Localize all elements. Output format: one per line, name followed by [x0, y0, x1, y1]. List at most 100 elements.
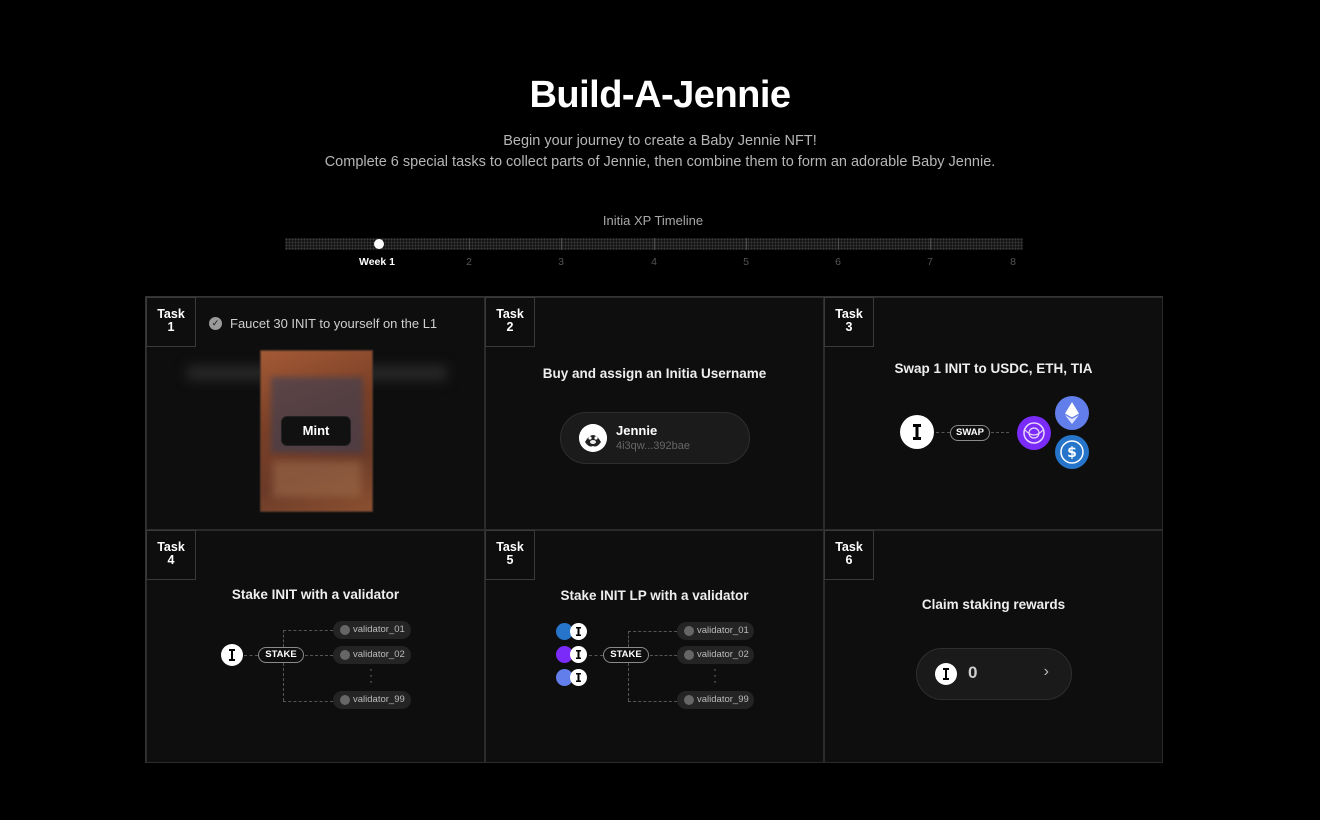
validator-name: validator_02: [697, 649, 749, 660]
task-1-title: Faucet 30 INIT to yourself on the L1: [230, 316, 438, 331]
eth-token-icon: [1055, 396, 1089, 430]
stake-badge: STAKE: [603, 647, 649, 663]
avatar: [579, 424, 607, 452]
timeline-separator: [654, 238, 655, 250]
validator-pill[interactable]: validator_99: [677, 691, 754, 709]
stake-branch: [628, 631, 629, 647]
task-tag-number: 3: [845, 320, 853, 334]
validator-name: validator_99: [697, 694, 749, 705]
claim-rewards-button[interactable]: 0 ›: [916, 648, 1072, 700]
task-grid: Task 1 ✓ Faucet 30 INIT to yourself on t…: [145, 296, 1163, 763]
stake-branch: [305, 655, 333, 656]
task-6-title: Claim staking rewards: [921, 597, 1066, 612]
timeline-week-3: 3: [558, 256, 564, 268]
task-tag: Task 3: [824, 297, 874, 347]
chevron-right-icon: ›: [1043, 663, 1049, 680]
stake-connector: [244, 655, 258, 656]
check-icon: ✓: [209, 317, 222, 330]
stake-branch: [283, 701, 333, 702]
validator-name: validator_01: [697, 625, 749, 636]
timeline-separator: [838, 238, 839, 250]
subtitle-line-1: Begin your journey to create a Baby Jenn…: [503, 133, 817, 149]
validator-pill[interactable]: validator_99: [333, 691, 411, 709]
task-tag-number: 2: [506, 320, 514, 334]
validator-icon: [684, 695, 694, 705]
task-card-6: Task 6 Claim staking rewards 0 ›: [824, 530, 1163, 763]
task-tag-number: 6: [845, 553, 853, 567]
validator-icon: [684, 626, 694, 636]
timeline-label: Initia XP Timeline: [602, 213, 704, 228]
stake-branch: [628, 631, 677, 632]
validator-pill[interactable]: validator_01: [677, 622, 754, 640]
validator-name: validator_99: [353, 694, 405, 705]
validator-name: validator_02: [353, 649, 405, 660]
timeline-week-5: 5: [743, 256, 749, 268]
stake-badge: STAKE: [258, 647, 304, 663]
more-validators-ellipsis: · · ·: [713, 662, 717, 688]
stake-branch: [628, 701, 677, 702]
validator-icon: [684, 650, 694, 660]
mint-button[interactable]: Mint: [281, 416, 351, 446]
task-tag-number: 4: [167, 553, 175, 567]
task-4-title: Stake INIT with a validator: [231, 587, 400, 602]
task-tag: Task 1: [146, 297, 196, 347]
timeline-week-4: 4: [651, 256, 657, 268]
task-5-title: Stake INIT LP with a validator: [560, 588, 749, 603]
wallet-address: 4i3qw...392bae: [616, 440, 691, 452]
init-token-icon: [570, 646, 587, 663]
init-token-icon: [570, 669, 587, 686]
stake-branch: [283, 630, 333, 631]
timeline-week-8: 8: [1010, 256, 1016, 268]
validator-icon: [340, 625, 350, 635]
init-token-icon: [935, 663, 957, 685]
validator-name: validator_01: [353, 624, 405, 635]
page-title: Build-A-Jennie: [529, 74, 791, 116]
task-tag-number: 5: [506, 553, 514, 567]
timeline-week-7: 7: [927, 256, 933, 268]
stake-branch: [283, 663, 284, 701]
timeline-separator: [746, 238, 747, 250]
nft-card-text: [273, 461, 361, 497]
timeline-week-6: 6: [835, 256, 841, 268]
subtitle-line-2: Complete 6 special tasks to collect part…: [324, 154, 996, 170]
stake-branch: [283, 630, 284, 647]
init-token-icon: [221, 644, 243, 666]
task-2-title: Buy and assign an Initia Username: [542, 366, 767, 381]
timeline-separator: [561, 238, 562, 250]
page-subtitle: Begin your journey to create a Baby Jenn…: [0, 131, 1320, 173]
timeline-separator: [930, 238, 931, 250]
task-tag: Task 5: [485, 530, 535, 580]
stake-connector: [589, 655, 603, 656]
usdc-token-icon: $: [1055, 435, 1089, 469]
task-card-5: Task 5 Stake INIT LP with a validator ST…: [485, 530, 824, 763]
username-text: Jennie: [616, 423, 658, 438]
svg-text:$: $: [1067, 445, 1077, 461]
tia-token-icon: [1017, 416, 1051, 450]
init-token-icon: [900, 415, 934, 449]
task-card-2: Task 2 Buy and assign an Initia Username…: [485, 297, 824, 530]
task-3-title: Swap 1 INIT to USDC, ETH, TIA: [894, 361, 1093, 376]
more-validators-ellipsis: · · ·: [369, 662, 373, 688]
swap-connector: [936, 432, 950, 433]
task-tag: Task 6: [824, 530, 874, 580]
swap-connector: [991, 432, 1009, 433]
task-card-1: Task 1 ✓ Faucet 30 INIT to yourself on t…: [146, 297, 485, 530]
task-card-3: Task 3 Swap 1 INIT to USDC, ETH, TIA SWA…: [824, 297, 1163, 530]
timeline-knob[interactable]: [374, 239, 384, 249]
init-token-icon: [570, 623, 587, 640]
timeline-separator: [469, 238, 470, 250]
validator-pill[interactable]: validator_01: [333, 621, 411, 639]
timeline-week-1: Week 1: [359, 256, 395, 268]
task-tag: Task 4: [146, 530, 196, 580]
swap-badge: SWAP: [950, 425, 990, 441]
task-tag: Task 2: [485, 297, 535, 347]
validator-icon: [340, 650, 350, 660]
timeline-week-2: 2: [466, 256, 472, 268]
task-1-header: ✓ Faucet 30 INIT to yourself on the L1: [209, 316, 437, 331]
username-pill[interactable]: Jennie 4i3qw...392bae: [560, 412, 750, 464]
task-tag-number: 1: [167, 320, 175, 334]
stake-branch: [650, 655, 677, 656]
stake-branch: [628, 663, 629, 701]
validator-icon: [340, 695, 350, 705]
rewards-amount: 0: [968, 663, 978, 682]
